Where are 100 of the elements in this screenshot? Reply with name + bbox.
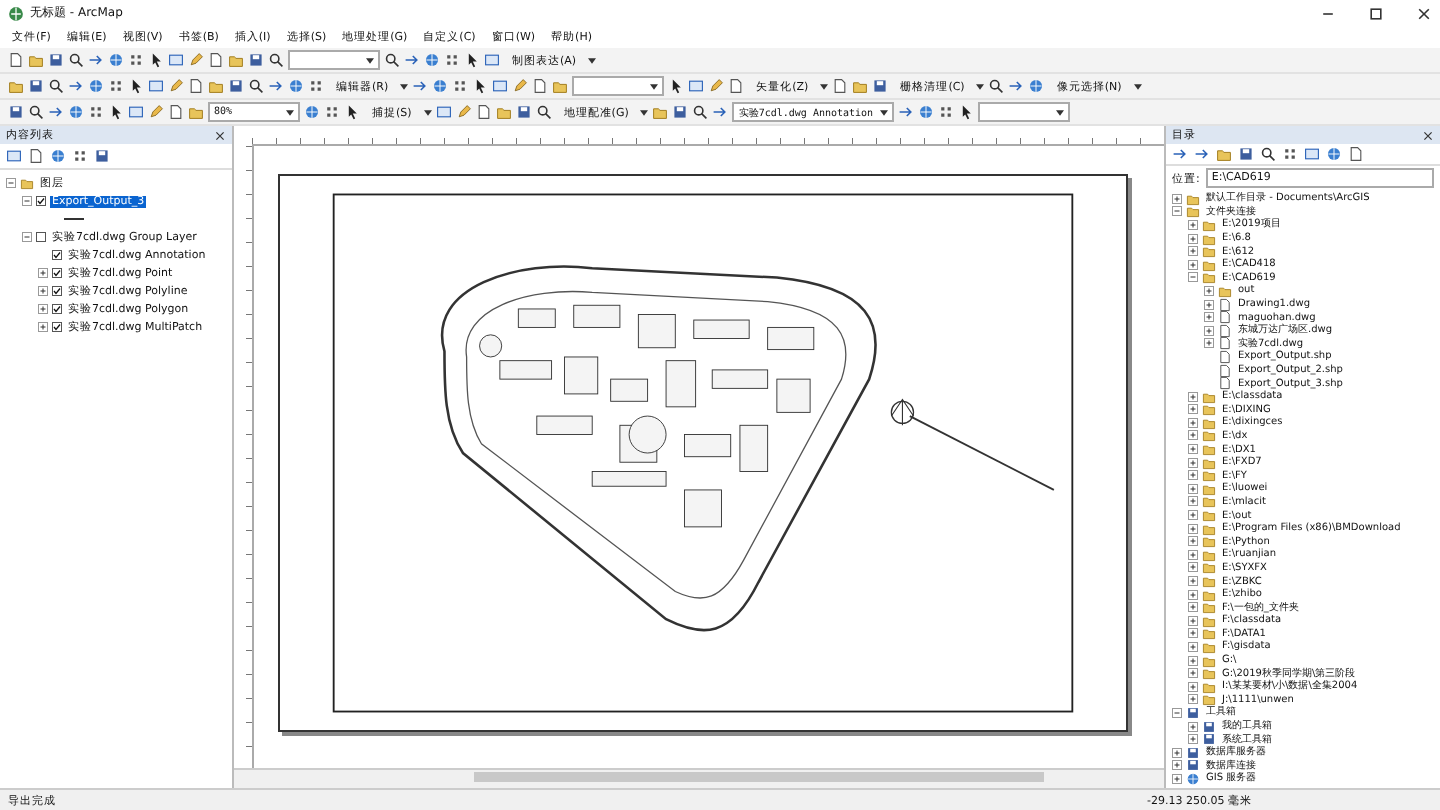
window-icon[interactable]: [688, 78, 705, 94]
expand-icon[interactable]: [38, 268, 48, 278]
magnifier-icon[interactable]: [248, 78, 264, 94]
arrow-icon[interactable]: [897, 104, 914, 120]
grid-icon[interactable]: [108, 78, 124, 94]
arrow-icon[interactable]: [1194, 146, 1210, 162]
arrow-icon[interactable]: [268, 78, 284, 94]
close-icon[interactable]: [1422, 129, 1434, 141]
expand-icon[interactable]: [1188, 549, 1198, 560]
expand-icon[interactable]: [1172, 760, 1182, 771]
expand-icon[interactable]: [38, 304, 48, 314]
globe-icon[interactable]: [68, 104, 84, 120]
checkbox[interactable]: [52, 250, 62, 260]
checkbox[interactable]: [36, 196, 46, 206]
globe-icon[interactable]: [288, 78, 304, 94]
collapse-icon[interactable]: [22, 232, 32, 242]
collapse-icon[interactable]: [1188, 272, 1198, 283]
arrow-icon[interactable]: [404, 52, 420, 68]
window-icon[interactable]: [1304, 146, 1320, 162]
expand-icon[interactable]: [1188, 523, 1198, 534]
expand-icon[interactable]: [1188, 470, 1198, 481]
expand-icon[interactable]: [1188, 668, 1198, 679]
checkbox[interactable]: [52, 304, 62, 314]
globe-icon[interactable]: [1028, 78, 1045, 94]
expand-icon[interactable]: [1188, 430, 1198, 441]
globe-icon[interactable]: [50, 148, 66, 164]
expand-icon[interactable]: [1188, 734, 1198, 745]
expand-icon[interactable]: [1172, 193, 1182, 204]
collapse-icon[interactable]: [1172, 206, 1182, 217]
page-icon[interactable]: [832, 78, 849, 94]
expand-icon[interactable]: [1188, 246, 1198, 257]
expand-icon[interactable]: [38, 322, 48, 332]
globe-icon[interactable]: [432, 78, 449, 94]
maximize-icon[interactable]: [1368, 5, 1384, 21]
checkbox[interactable]: [52, 268, 62, 278]
expand-icon[interactable]: [1188, 536, 1198, 547]
grid-icon[interactable]: [308, 78, 324, 94]
grid-icon[interactable]: [1282, 146, 1298, 162]
grid-icon[interactable]: [452, 78, 469, 94]
checkbox[interactable]: [52, 286, 62, 296]
pointer-icon[interactable]: [344, 104, 360, 120]
expand-icon[interactable]: [1188, 444, 1198, 455]
expand-icon[interactable]: [1188, 694, 1198, 705]
expand-icon[interactable]: [1188, 655, 1198, 666]
magnifier-icon[interactable]: [68, 52, 84, 68]
pencil-icon[interactable]: [512, 78, 529, 94]
expand-icon[interactable]: [1188, 628, 1198, 639]
expand-icon[interactable]: [1204, 299, 1214, 310]
horizontal-scrollbar[interactable]: [234, 768, 1164, 788]
close-icon[interactable]: [1416, 5, 1432, 21]
magnifier-icon[interactable]: [1260, 146, 1276, 162]
expand-icon[interactable]: [1172, 773, 1182, 784]
expand-icon[interactable]: [1188, 641, 1198, 652]
arrow-icon[interactable]: [412, 78, 429, 94]
arrow-icon[interactable]: [1172, 146, 1188, 162]
magnifier-icon[interactable]: [988, 78, 1005, 94]
page-icon[interactable]: [475, 104, 492, 120]
expand-icon[interactable]: [1188, 233, 1198, 244]
grid-icon[interactable]: [88, 104, 104, 120]
expand-icon[interactable]: [1204, 338, 1214, 349]
expand-icon[interactable]: [1172, 747, 1182, 758]
magnifier-icon[interactable]: [268, 52, 284, 68]
magnifier-icon[interactable]: [384, 52, 400, 68]
globe-icon[interactable]: [917, 104, 934, 120]
grid-icon[interactable]: [128, 52, 144, 68]
grid-icon[interactable]: [937, 104, 954, 120]
arrow-icon[interactable]: [68, 78, 84, 94]
window-icon[interactable]: [6, 148, 22, 164]
magnifier-icon[interactable]: [535, 104, 552, 120]
pencil-icon[interactable]: [708, 78, 725, 94]
grid-icon[interactable]: [72, 148, 88, 164]
checkbox[interactable]: [52, 322, 62, 332]
expand-icon[interactable]: [1188, 562, 1198, 573]
magnifier-icon[interactable]: [28, 104, 44, 120]
globe-icon[interactable]: [1326, 146, 1342, 162]
collapse-icon[interactable]: [6, 178, 16, 188]
expand-icon[interactable]: [1188, 496, 1198, 507]
expand-icon[interactable]: [1188, 404, 1198, 415]
grid-icon[interactable]: [444, 52, 460, 68]
window-icon[interactable]: [435, 104, 452, 120]
arrow-icon[interactable]: [712, 104, 729, 120]
page-icon[interactable]: [728, 78, 745, 94]
close-icon[interactable]: [214, 129, 226, 141]
page-icon[interactable]: [8, 52, 24, 68]
expand-icon[interactable]: [1188, 602, 1198, 613]
expand-icon[interactable]: [1188, 417, 1198, 428]
expand-icon[interactable]: [1188, 483, 1198, 494]
collapse-icon[interactable]: [22, 196, 32, 206]
expand-icon[interactable]: [1188, 681, 1198, 692]
page-icon[interactable]: [532, 78, 549, 94]
globe-icon[interactable]: [304, 104, 320, 120]
expand-icon[interactable]: [1188, 457, 1198, 468]
globe-icon[interactable]: [108, 52, 124, 68]
expand-icon[interactable]: [1188, 219, 1198, 230]
checkbox[interactable]: [36, 232, 46, 242]
arrow-icon[interactable]: [1008, 78, 1025, 94]
globe-icon[interactable]: [88, 78, 104, 94]
pointer-icon[interactable]: [957, 104, 974, 120]
globe-icon[interactable]: [1186, 771, 1200, 786]
expand-icon[interactable]: [1188, 589, 1198, 600]
